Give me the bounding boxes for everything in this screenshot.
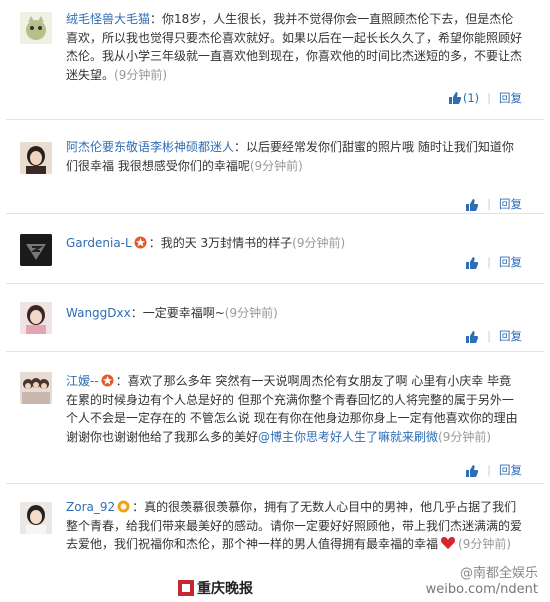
avatar[interactable] [20,372,52,404]
reply-button[interactable]: 回复 [499,90,522,106]
thumbs-up-icon[interactable] [465,256,479,269]
comment-author[interactable]: 阿杰伦要东敬语李彬神硕都迷人 [66,140,234,154]
heart-emoji-icon [440,537,456,549]
comment-time: (9分钟前) [249,158,303,173]
avatar[interactable] [20,12,52,44]
thumbs-up-icon[interactable] [465,464,479,477]
divider: | [487,255,491,269]
comment-list: 绒毛怪兽大毛猫：你18岁，人生很长，我并不觉得你会一直照顾杰伦下去，但是杰伦喜欢… [6,0,544,602]
divider: | [487,197,491,211]
reply-button[interactable]: 回复 [499,254,522,270]
girl-avatar-icon [20,142,52,174]
thumbs-up-icon[interactable] [465,330,479,343]
comment-text: ：我的天 3万封情书的样子 [148,236,293,250]
thumbs-up-icon[interactable] [465,198,479,211]
divider: | [487,463,491,477]
avatar[interactable] [20,234,52,266]
comment-time: (9分钟前) [114,67,168,82]
girl-avatar-icon [20,502,52,534]
divider: | [487,91,491,105]
avatar[interactable] [20,302,52,334]
star-badge-icon [134,236,147,249]
avatar[interactable] [20,502,52,534]
list-item: 绒毛怪兽大毛猫：你18岁，人生很长，我并不觉得你会一直照顾杰伦下去，但是杰伦喜欢… [6,0,544,120]
divider: | [487,329,491,343]
comment-time: (9分钟前) [458,537,512,551]
comment-time: (9分钟前) [438,429,492,444]
comment-author[interactable]: Gardenia-L [66,236,132,250]
comment-author[interactable]: 江嫒-- [66,374,99,388]
logo-icon [178,580,194,596]
watermark-url: weibo.com/ndent [425,582,538,597]
newspaper-logo: 重庆晚报 [178,578,253,598]
reply-button[interactable]: 回复 [499,196,522,212]
watermark-handle: @南都全娱乐 [459,566,538,581]
list-item: 江嫒-- ：喜欢了那么多年 突然有一天说啊周杰伦有女朋友了啊 心里有小庆幸 毕竟在… [6,352,544,484]
list-item: WanggDxx：一定要幸福啊~(9分钟前) | 回复 [6,284,544,352]
like-button[interactable]: (1) [446,91,479,105]
comment-author[interactable]: 绒毛怪兽大毛猫 [66,12,150,26]
comment-author[interactable]: WanggDxx [66,306,131,320]
comment-text: ：一定要幸福啊~ [130,306,225,320]
group-avatar-icon [20,372,52,404]
reply-button[interactable]: 回复 [499,462,522,478]
star-badge-icon [101,374,114,387]
mention-link[interactable]: @博主你思考好人生了嘛就来刷微 [258,430,438,444]
reply-button[interactable]: 回复 [499,328,522,344]
cat-avatar-icon [20,12,52,44]
list-item: 阿杰伦要东敬语李彬神硕都迷人：以后要经常发你们甜蜜的照片哦 随时让我们知道你们很… [6,120,544,214]
thumbs-up-icon [448,92,461,104]
comment-author[interactable]: Zora_92 [66,500,115,514]
weibo-watermark: @南都全娱乐 weibo.com/ndent [426,566,538,598]
avatar[interactable] [20,142,52,174]
list-item: Gardenia-L ：我的天 3万封情书的样子(9分钟前) | 回复 [6,214,544,284]
comment-time: (9分钟前) [292,236,346,250]
comment-time: (9分钟前) [224,306,278,320]
superman-avatar-icon [20,234,52,266]
vip-badge-icon [117,500,130,513]
girl-avatar-icon [20,302,52,334]
